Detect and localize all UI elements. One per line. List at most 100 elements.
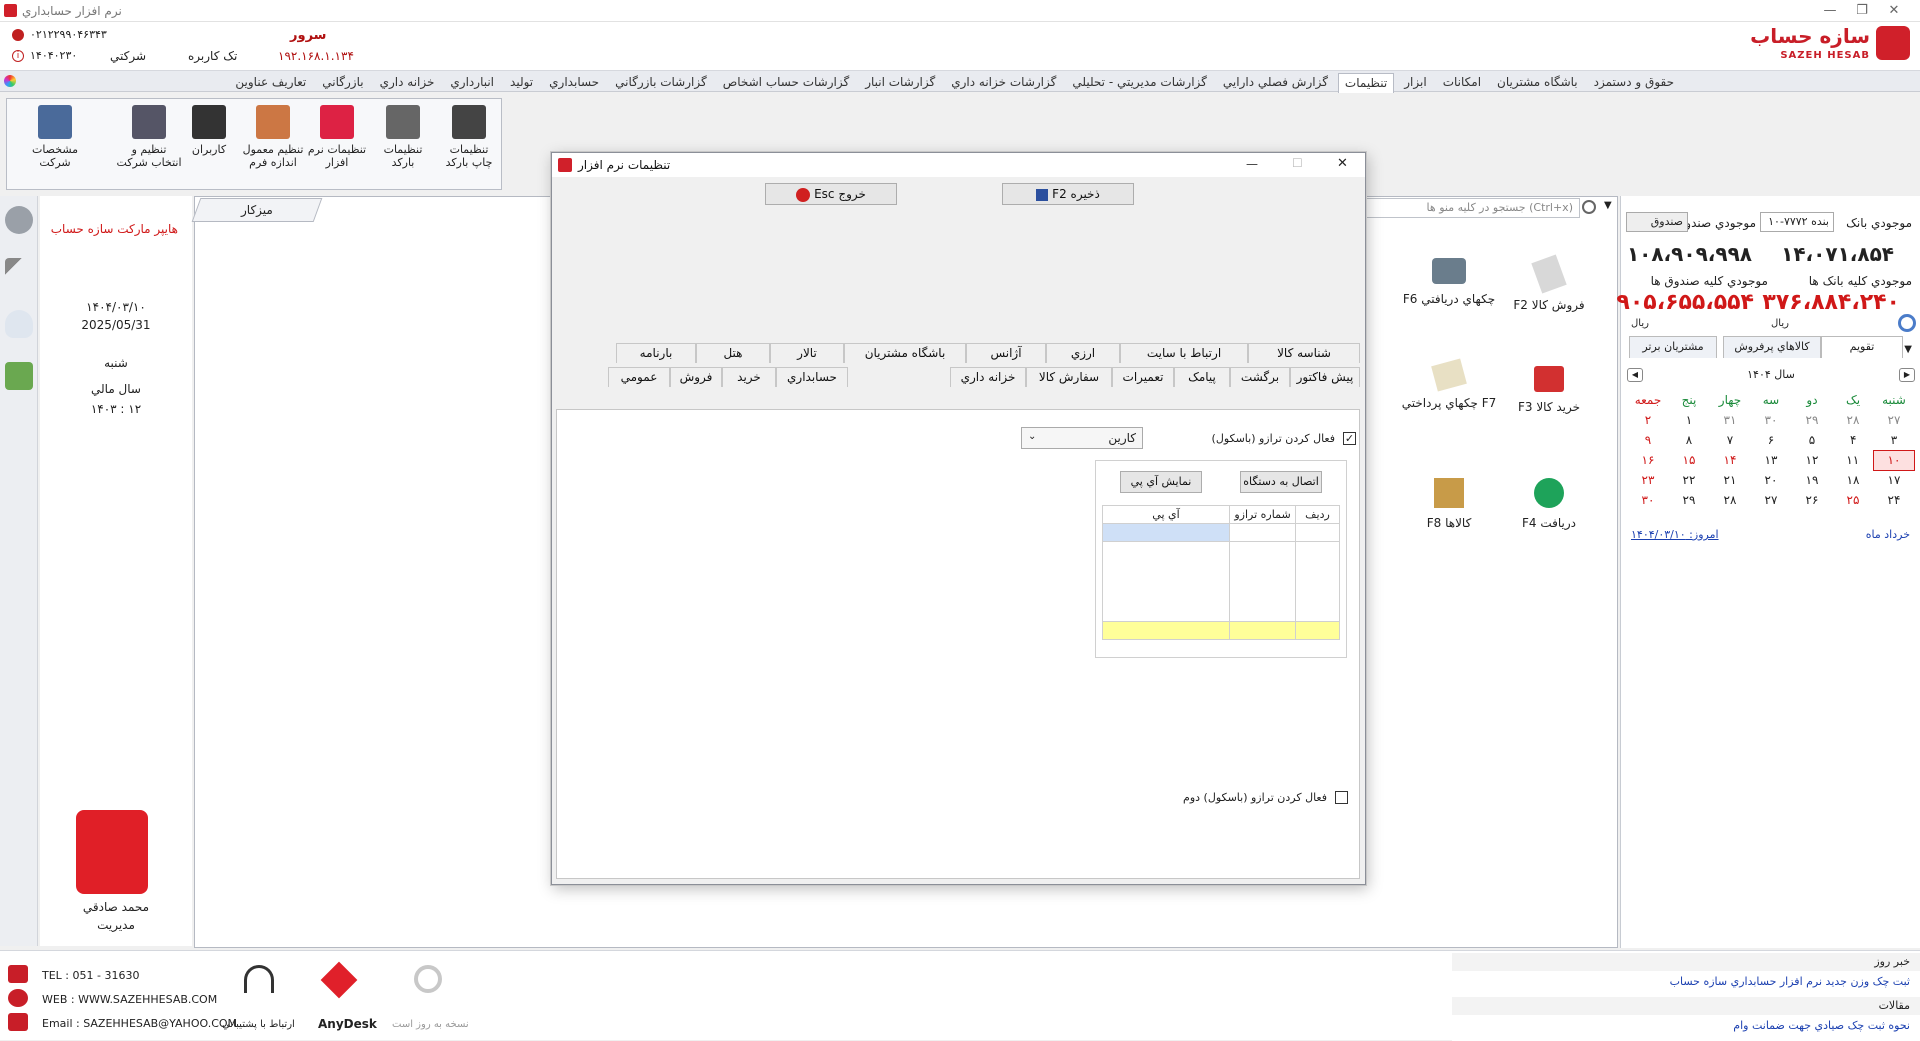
settings-tab[interactable]: باشگاه مشتريان [844, 343, 966, 363]
connect-button[interactable]: اتصال به دستگاه [1240, 471, 1322, 493]
calendar-day[interactable]: ۲۶ [1792, 490, 1833, 510]
calendar-day[interactable]: ۱۰ [1873, 449, 1915, 471]
menu-tab[interactable]: گزارش فصلي دارايي [1217, 73, 1334, 93]
settings-tab[interactable]: تعميرات [1112, 367, 1174, 387]
grid-row[interactable] [1102, 523, 1340, 542]
dialog-close-icon[interactable]: ✕ [1337, 156, 1348, 171]
calendar-panel-tab[interactable]: کالاهاي پرفروش [1723, 336, 1821, 358]
menu-tab[interactable]: تنظيمات [1337, 73, 1395, 93]
menu-tab[interactable]: گزارشات انبار [859, 73, 941, 93]
ribbon-button[interactable]: تنظيمات نرم افزار [307, 103, 367, 183]
support-label[interactable]: ارتباط با پشتيباني [222, 1019, 295, 1030]
menu-tab[interactable]: حقوق و دستمزد [1588, 73, 1680, 93]
sales-shortcut[interactable]: F2 فروش کالا [1494, 254, 1604, 312]
article-item[interactable]: نحوه ثبت چک صيادي جهت ضمانت وام [1733, 1019, 1910, 1032]
paid-checks-shortcut[interactable]: چکهاي پرداختي F7 [1394, 358, 1504, 410]
ribbon-button[interactable]: تنظيم و انتخاب شرکت [115, 103, 183, 183]
calendar-day[interactable]: ۲۴ [1874, 490, 1915, 510]
menu-tab[interactable]: ابزار [1398, 73, 1432, 93]
calendar-day[interactable]: ۱۹ [1792, 470, 1833, 490]
calendar-day[interactable]: ۲۵ [1833, 490, 1874, 510]
info-icon[interactable]: i [12, 50, 24, 62]
settings-tab[interactable]: حسابداري [776, 367, 848, 387]
email-text[interactable]: Email : SAZEHHESAB@YAHOO.COM [42, 1017, 237, 1030]
settings-tab[interactable]: فروش [670, 367, 722, 387]
calendar-day[interactable]: ۷ [1710, 430, 1751, 450]
calendar-day[interactable]: ۲۸ [1710, 490, 1751, 510]
menu-tab[interactable]: بازرگاني [316, 73, 369, 93]
received-checks-shortcut[interactable]: F6 چکهاي دريافتي [1394, 258, 1504, 306]
calendar-day[interactable]: ۸ [1669, 430, 1710, 450]
menu-tab[interactable]: امکانات [1437, 73, 1487, 93]
menu-tab[interactable]: گزارشات بازرگاني [609, 73, 713, 93]
settings-tab[interactable]: پيش فاکتور [1290, 367, 1360, 387]
calendar-day[interactable]: ۱ [1669, 410, 1710, 430]
anydesk-icon[interactable] [320, 961, 358, 999]
ribbon-button[interactable]: کاربران [183, 103, 235, 183]
panel-menu-chevron-icon[interactable]: ▼ [1904, 344, 1912, 355]
calendar-day[interactable]: ۳۰ [1751, 410, 1792, 430]
menu-tab[interactable]: گزارشات خزانه داري [945, 73, 1062, 93]
calendar-day[interactable]: ۱۳ [1751, 450, 1792, 470]
ribbon-button[interactable]: تنظيم معمول اندازه فرم [241, 103, 305, 183]
settings-tab[interactable]: عمومي [608, 367, 670, 387]
ribbon-button[interactable]: مشخصات شرکت [25, 103, 85, 183]
close-icon[interactable]: ✕ [1880, 2, 1908, 20]
calendar-day[interactable]: ۱۸ [1833, 470, 1874, 490]
receipt-shortcut[interactable]: F4 دريافت [1494, 478, 1604, 530]
ribbon-button[interactable]: تنظيمات چاپ بارکد [439, 103, 499, 183]
settings-tab[interactable]: تالار [770, 343, 844, 363]
calendar-day[interactable]: ۱۴ [1710, 450, 1751, 470]
web-text[interactable]: WEB : WWW.SAZEHHESAB.COM [42, 993, 217, 1006]
calendar-day[interactable]: ۲۹ [1669, 490, 1710, 510]
box-select[interactable]: صندوق [1626, 212, 1688, 232]
menu-tab[interactable]: گزارشات حساب اشخاص [717, 73, 855, 93]
money-icon[interactable] [5, 362, 33, 390]
settings-tab[interactable]: پيامک [1174, 367, 1230, 387]
headset-icon[interactable] [244, 965, 274, 993]
today-link[interactable]: امروز: ۱۴۰۴/۰۳/۱۰ [1631, 528, 1719, 541]
maximize-icon[interactable]: ❐ [1848, 2, 1876, 20]
settings-tab[interactable]: بارنامه [616, 343, 696, 363]
settings-tab[interactable]: هتل [696, 343, 770, 363]
settings-tab[interactable]: ارتباط با سايت [1120, 343, 1248, 363]
bank-select[interactable]: بنده ۷۷۷۲-۱۰ [1760, 212, 1834, 232]
calendar-day[interactable]: ۲۷ [1751, 490, 1792, 510]
menu-tab[interactable]: توليد [504, 73, 539, 93]
calendar-day[interactable]: ۲۲ [1669, 470, 1710, 490]
settings-tab[interactable]: سفارش کالا [1026, 367, 1112, 387]
calendar-day[interactable]: ۳۰ [1628, 490, 1669, 510]
calendar-day[interactable]: ۲ [1628, 410, 1669, 430]
settings-tab[interactable]: ارزي [1046, 343, 1120, 363]
purchase-shortcut[interactable]: F3 خريد کالا [1494, 366, 1604, 414]
update-gear-icon[interactable] [414, 965, 442, 993]
dialog-minimize-icon[interactable]: — [1246, 157, 1258, 171]
calendar-day[interactable]: ۱۷ [1874, 470, 1915, 490]
calendar-day[interactable]: ۲۷ [1874, 410, 1915, 430]
calendar-day[interactable]: ۶ [1751, 430, 1792, 450]
menu-tab[interactable]: گزارشات مديريتي - تحليلي [1066, 73, 1213, 93]
calendar-day[interactable]: ۳۱ [1710, 410, 1751, 430]
exit-button[interactable]: Esc خروج [765, 183, 897, 205]
refresh-icon[interactable] [1898, 314, 1916, 332]
calendar-day[interactable]: ۱۶ [1628, 450, 1669, 470]
menu-tab[interactable]: باشگاه مشتريان [1491, 73, 1584, 93]
menu-tab[interactable]: تعاريف عناوين [229, 73, 312, 93]
calendar-panel-tab[interactable]: تقويم [1821, 336, 1903, 358]
settings-tab[interactable]: برگشت [1230, 367, 1290, 387]
tools-icon[interactable] [5, 258, 33, 286]
search-settings-gear-icon[interactable] [1582, 200, 1596, 214]
settings-tab[interactable]: شناسه کالا [1248, 343, 1360, 363]
menu-tab[interactable]: خزانه داري [374, 73, 441, 93]
calendar-day[interactable]: ۵ [1792, 430, 1833, 450]
calendar-day[interactable]: ۴ [1833, 430, 1874, 450]
menu-search-input[interactable]: جستجو در کليه منو ها (Ctrl+x) [1364, 198, 1580, 218]
device-select[interactable]: کارين ⌄ [1021, 427, 1143, 449]
color-wheel-icon[interactable] [4, 75, 16, 87]
settings-tab[interactable]: خزانه داري [950, 367, 1026, 387]
news-item[interactable]: ثبت چک وزن جديد نرم افزار حسابداري سازه … [1670, 975, 1910, 988]
calendar-day[interactable]: ۲۰ [1751, 470, 1792, 490]
lightbulb-icon[interactable] [5, 310, 33, 338]
save-button[interactable]: F2 ذخيره [1002, 183, 1134, 205]
chevron-down-icon[interactable]: ▼ [1604, 200, 1612, 211]
